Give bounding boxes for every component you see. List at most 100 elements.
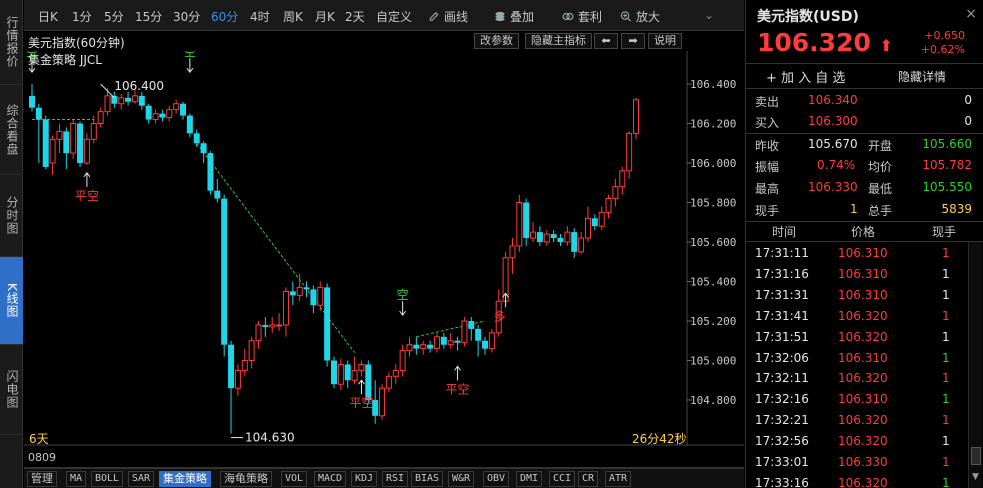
period-30m[interactable]: 30分 bbox=[173, 8, 200, 25]
candle-body bbox=[358, 363, 365, 371]
close-icon[interactable]: × bbox=[965, 6, 977, 22]
tick-price: 106.320 bbox=[838, 329, 888, 344]
arbitrage-button[interactable]: 套利 bbox=[562, 8, 602, 25]
candle-body bbox=[138, 95, 145, 106]
period-60m[interactable]: 60分 bbox=[211, 8, 238, 25]
indicator-tab[interactable]: CR bbox=[578, 471, 599, 487]
candle-body bbox=[475, 328, 482, 341]
period-2day[interactable]: 2天 bbox=[345, 8, 365, 25]
add-favorite-button[interactable]: + 加 入 自 选 bbox=[766, 67, 845, 86]
tick-row: 17:31:41 106.320 1 bbox=[746, 306, 966, 327]
draw-line-button[interactable]: 画线 bbox=[428, 8, 468, 25]
high-label: 106.400 bbox=[114, 79, 164, 93]
nav-timeshare[interactable]: 分时图 bbox=[0, 175, 23, 257]
signal-arrow bbox=[399, 301, 407, 316]
indicator-tab[interactable]: OBV bbox=[483, 471, 510, 487]
kline-chart[interactable]: 106.400 106.200 106.000 105.800 105.600 105.4… bbox=[24, 45, 744, 446]
tick-time: 17:31:51 bbox=[755, 329, 809, 344]
candle-body bbox=[461, 320, 468, 344]
y-tick-label: 105.800 bbox=[690, 197, 736, 210]
help-button[interactable]: 说明 bbox=[648, 33, 682, 49]
nav-overview[interactable]: 综合看盘 bbox=[0, 85, 23, 175]
low-label: 104.630 bbox=[245, 431, 295, 445]
tick-volume: 1 bbox=[942, 329, 950, 344]
overlay-button[interactable]: 叠加 bbox=[494, 8, 534, 25]
candle-body bbox=[186, 115, 193, 134]
candle-body bbox=[516, 202, 523, 247]
chevron-down-icon[interactable]: ⌄ bbox=[704, 8, 714, 22]
scroll-down-icon[interactable]: ▼ bbox=[972, 472, 979, 482]
indicator-tab[interactable]: BOLL bbox=[91, 471, 124, 487]
candle-body bbox=[111, 95, 118, 104]
indicator-tab[interactable]: RSI bbox=[382, 471, 409, 487]
candle-body bbox=[331, 360, 337, 385]
period-month[interactable]: 月K bbox=[315, 8, 335, 25]
candle-body bbox=[468, 321, 475, 329]
indicator-tab[interactable]: SAR bbox=[128, 471, 155, 487]
indicator-tab[interactable]: ATR bbox=[605, 471, 632, 487]
candle-body bbox=[234, 369, 241, 389]
modify-params-button[interactable]: 改参数 bbox=[474, 33, 519, 49]
overlay-label: 叠加 bbox=[510, 10, 535, 24]
indicator-tab[interactable]: CCI bbox=[549, 471, 576, 487]
last-price-value: 106.320 bbox=[757, 28, 871, 57]
period-week[interactable]: 周K bbox=[283, 8, 303, 25]
tick-price: 106.330 bbox=[838, 455, 888, 469]
tick-price: 106.310 bbox=[838, 266, 888, 281]
nav-kline[interactable]: K线图 bbox=[0, 257, 23, 345]
period-5m[interactable]: 5分 bbox=[104, 8, 124, 25]
indicator-tab[interactable]: MACD bbox=[314, 471, 347, 487]
zoom-label: 放大 bbox=[636, 10, 661, 24]
signal-label: 空 bbox=[397, 288, 409, 302]
candle-body bbox=[619, 170, 626, 188]
arbitrage-label: 套利 bbox=[578, 10, 603, 24]
y-tick-label: 105.000 bbox=[690, 355, 736, 368]
indicator-tab[interactable]: VOL bbox=[281, 471, 308, 487]
signal-arrow bbox=[454, 365, 461, 381]
arrow-left-icon[interactable]: ⬅ bbox=[594, 33, 618, 49]
arrow-right-icon[interactable]: ➡ bbox=[621, 33, 645, 49]
tick-price: 106.320 bbox=[838, 434, 888, 449]
candle-body bbox=[564, 231, 571, 243]
amplitude-label: 振幅 bbox=[755, 160, 780, 174]
indicator-tab[interactable]: W&R bbox=[448, 471, 475, 487]
tick-time: 17:33:16 bbox=[755, 475, 809, 488]
period-day[interactable]: 日K bbox=[38, 8, 58, 25]
zoom-button[interactable]: 放大 bbox=[620, 8, 660, 25]
signal-arrow bbox=[83, 171, 91, 187]
buy-qty: 0 bbox=[964, 114, 972, 128]
indicator-tab[interactable]: 集金策略 bbox=[159, 471, 211, 487]
tick-time: 17:33:01 bbox=[755, 455, 809, 469]
period-1m[interactable]: 1分 bbox=[72, 8, 92, 25]
candle-body bbox=[530, 231, 537, 239]
open-label: 开盘 bbox=[868, 139, 893, 153]
open-value: 105.660 bbox=[922, 137, 972, 151]
candle-body bbox=[433, 336, 440, 350]
indicator-tab[interactable]: KDJ bbox=[351, 471, 378, 487]
toolbar: 日K 1分 5分 15分 30分 60分 4时 周K 月K 2天 自定义 画线 … bbox=[24, 0, 744, 31]
total-volume-value: 5839 bbox=[941, 202, 972, 216]
nav-quotes[interactable]: 行情报价 bbox=[0, 0, 23, 85]
period-15m[interactable]: 15分 bbox=[135, 8, 162, 25]
candle-body bbox=[296, 286, 303, 296]
candle-body bbox=[427, 344, 434, 349]
indicator-tab[interactable]: DMI bbox=[516, 471, 543, 487]
indicator-tab[interactable]: MA bbox=[66, 471, 87, 487]
indicator-tab[interactable]: BIAS bbox=[411, 471, 444, 487]
last-price: 106.320 ⬆ bbox=[757, 28, 893, 57]
candle-body bbox=[413, 344, 420, 349]
indicator-tab[interactable]: 海龟策略 bbox=[220, 471, 272, 487]
tick-time: 17:32:56 bbox=[755, 434, 809, 449]
prev-close-label: 昨收 bbox=[755, 139, 780, 153]
candle-body bbox=[454, 340, 461, 343]
nav-flash[interactable]: 闪电图 bbox=[0, 345, 23, 435]
period-4h[interactable]: 4时 bbox=[250, 8, 270, 25]
hide-indicator-button[interactable]: 隐藏主指标 bbox=[525, 33, 592, 49]
scrollbar[interactable]: ▼ bbox=[968, 242, 982, 488]
indicator-tab[interactable]: 管理 bbox=[27, 471, 57, 487]
period-custom[interactable]: 自定义 bbox=[376, 8, 412, 25]
range-label: 6天 bbox=[29, 432, 49, 446]
hide-detail-button[interactable]: 隐藏详情 bbox=[898, 68, 946, 85]
candle-body bbox=[598, 211, 605, 227]
scrollbar-thumb[interactable] bbox=[971, 447, 981, 465]
